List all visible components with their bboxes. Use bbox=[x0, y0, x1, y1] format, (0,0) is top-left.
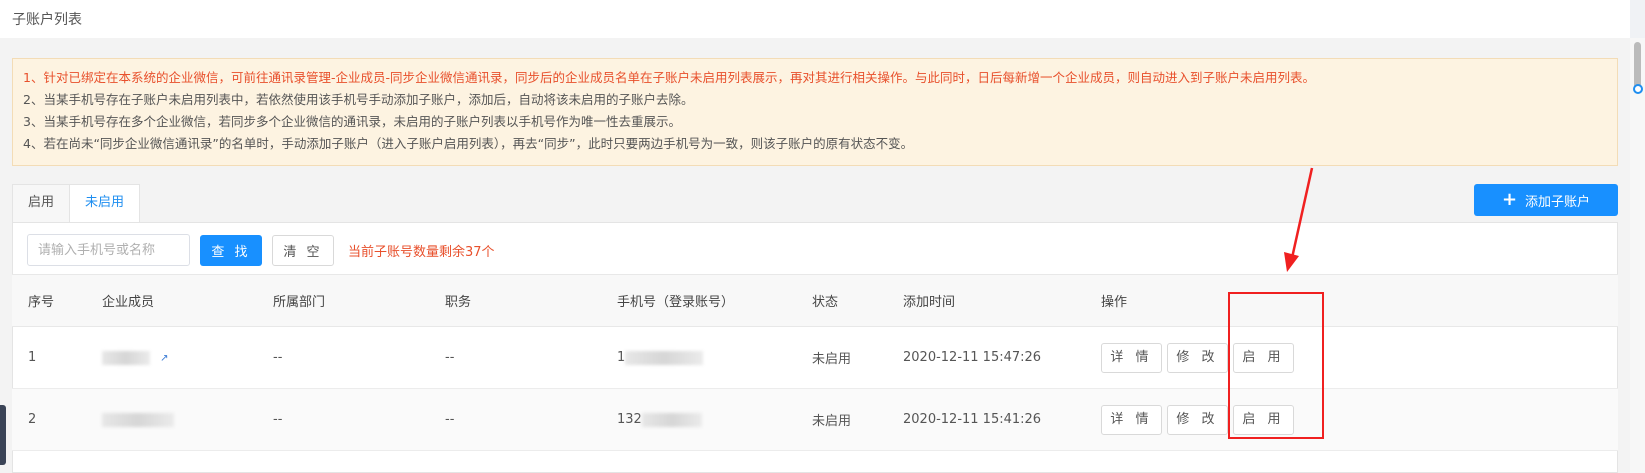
dept-cell: -- bbox=[257, 388, 429, 451]
edit-button[interactable]: 修 改 bbox=[1167, 404, 1228, 435]
added-cell: 2020-12-11 15:47:26 bbox=[887, 326, 1085, 389]
blurred-name bbox=[102, 350, 150, 365]
list-card: 查 找 清 空 当前子账号数量剩余37个 序号 企业成员 所属部门 职务 手机号… bbox=[12, 222, 1618, 473]
page-title: 子账户列表 bbox=[12, 12, 82, 28]
phone-cell: 1 bbox=[601, 326, 796, 389]
blurred-name bbox=[102, 412, 174, 427]
actions-cell: 详 情修 改启 用 bbox=[1085, 388, 1618, 451]
filter-bar: 查 找 清 空 当前子账号数量剩余37个 bbox=[27, 234, 495, 266]
enable-button[interactable]: 启 用 bbox=[1233, 342, 1294, 373]
blurred-phone bbox=[641, 412, 702, 427]
notice-line-3: 3、当某手机号存在多个企业微信，若同步多个企业微信的通讯录，未启用的子账户列表以… bbox=[23, 114, 681, 129]
table-row: 1 ↗ -- -- 1 未启用 2020-12-11 15:47:26 详 情 … bbox=[12, 326, 1618, 389]
vertical-scrollbar[interactable] bbox=[1630, 38, 1645, 473]
add-subaccount-label: 添加子账户 bbox=[1525, 194, 1591, 210]
member-cell bbox=[86, 388, 257, 451]
enable-button[interactable]: 启 用 bbox=[1233, 404, 1294, 435]
col-added: 添加时间 bbox=[887, 274, 1085, 327]
notice-box: 1、针对已绑定在本系统的企业微信，可前往通讯录管理-企业成员-同步企业微信通讯录… bbox=[12, 58, 1618, 166]
status-cell: 未启用 bbox=[796, 326, 887, 389]
title-cell: -- bbox=[429, 326, 601, 389]
notice-line-4: 4、若在尚未“同步企业微信通讯录”的名单时，手动添加子账户（进入子账户启用列表）… bbox=[23, 136, 914, 151]
side-handle[interactable] bbox=[0, 405, 6, 465]
tab-enabled[interactable]: 启用 bbox=[12, 184, 71, 222]
col-actions: 操作 bbox=[1085, 274, 1618, 327]
added-cell: 2020-12-11 15:41:26 bbox=[887, 388, 1085, 451]
detail-button[interactable]: 详 情 bbox=[1101, 342, 1162, 373]
scrollbar-thumb[interactable] bbox=[1634, 42, 1641, 90]
tab-bar: 启用 未启用 bbox=[12, 184, 141, 222]
account-panel: 启用 未启用 + 添加子账户 查 找 清 空 当前子账号数量剩余37个 bbox=[12, 184, 1618, 473]
scroll-indicator-icon bbox=[1633, 84, 1643, 94]
phone-prefix: 132 bbox=[617, 412, 642, 427]
status-cell: 未启用 bbox=[796, 388, 887, 451]
page-header: 子账户列表 bbox=[0, 0, 1630, 38]
title-cell: -- bbox=[429, 388, 601, 451]
member-cell: ↗ bbox=[86, 326, 257, 389]
actions-cell: 详 情修 改启 用 bbox=[1085, 326, 1618, 389]
edit-button[interactable]: 修 改 bbox=[1167, 342, 1228, 373]
subaccount-table: 序号 企业成员 所属部门 职务 手机号（登录账号） 状态 添加时间 操作 1 ↗… bbox=[12, 274, 1618, 451]
row-index: 2 bbox=[12, 388, 86, 451]
notice-line-1: 1、针对已绑定在本系统的企业微信，可前往通讯录管理-企业成员-同步企业微信通讯录… bbox=[23, 70, 1315, 85]
add-subaccount-button[interactable]: + 添加子账户 bbox=[1474, 184, 1618, 216]
row-index: 1 bbox=[12, 326, 86, 389]
col-phone: 手机号（登录账号） bbox=[601, 274, 796, 327]
blurred-phone bbox=[625, 350, 704, 365]
tab-disabled[interactable]: 未启用 bbox=[70, 184, 141, 222]
notice-line-2: 2、当某手机号存在子账户未启用列表中，若依然使用该手机号手动添加子账户，添加后，… bbox=[23, 92, 694, 107]
plus-icon: + bbox=[1501, 189, 1518, 210]
detail-button[interactable]: 详 情 bbox=[1101, 404, 1162, 435]
phone-prefix: 1 bbox=[617, 350, 626, 365]
col-title: 职务 bbox=[429, 274, 601, 327]
phone-cell: 132 bbox=[601, 388, 796, 451]
external-link-icon[interactable]: ↗ bbox=[160, 353, 170, 364]
col-dept: 所属部门 bbox=[257, 274, 429, 327]
col-status: 状态 bbox=[796, 274, 887, 327]
col-member: 企业成员 bbox=[86, 274, 257, 327]
table-row: 2 -- -- 132 未启用 2020-12-11 15:41:26 详 情修… bbox=[12, 388, 1618, 451]
clear-button[interactable]: 清 空 bbox=[272, 234, 334, 266]
table-header-row: 序号 企业成员 所属部门 职务 手机号（登录账号） 状态 添加时间 操作 bbox=[12, 274, 1618, 327]
quota-text: 当前子账号数量剩余37个 bbox=[348, 244, 495, 260]
search-button[interactable]: 查 找 bbox=[200, 234, 262, 266]
main-content: 1、针对已绑定在本系统的企业微信，可前往通讯录管理-企业成员-同步企业微信通讯录… bbox=[0, 38, 1630, 473]
dept-cell: -- bbox=[257, 326, 429, 389]
col-index: 序号 bbox=[12, 274, 86, 327]
search-input[interactable] bbox=[27, 234, 190, 266]
